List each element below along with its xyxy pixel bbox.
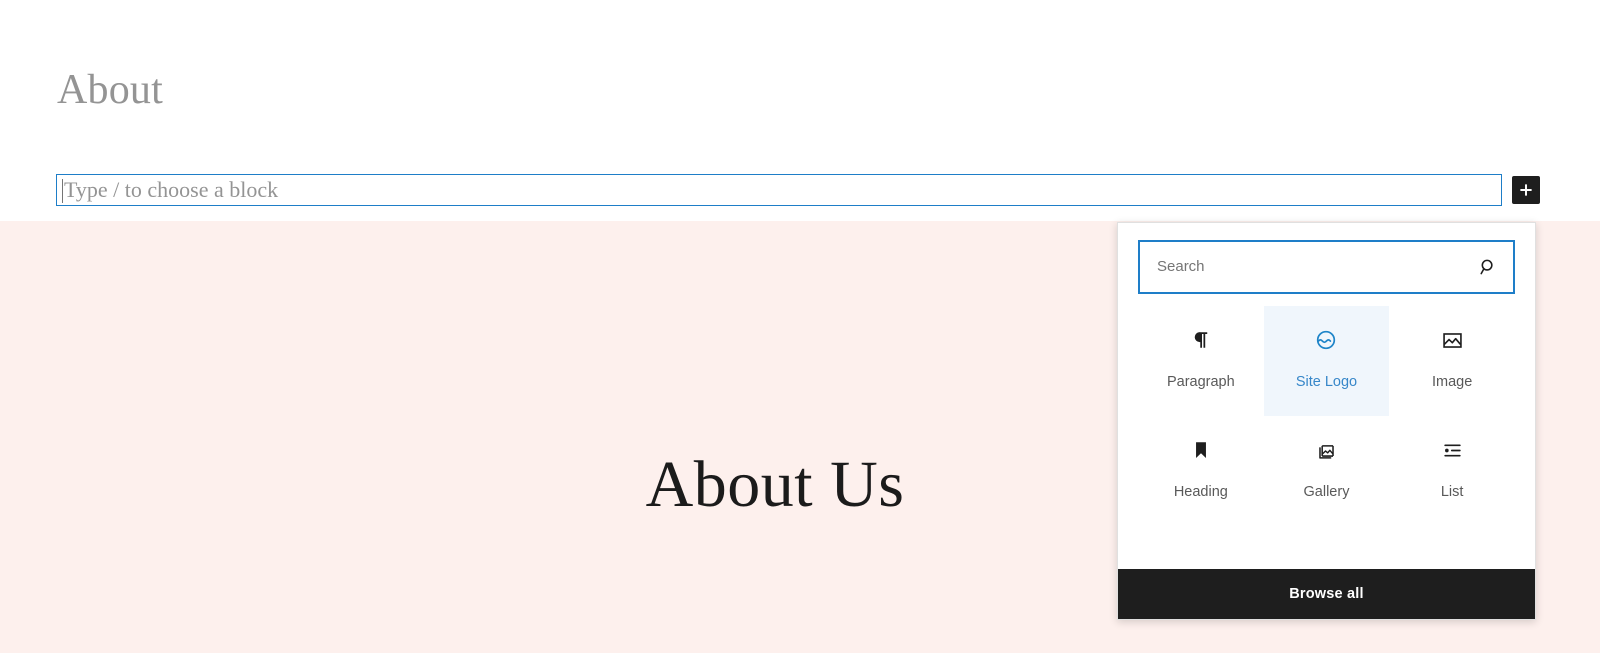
block-type-label: List: [1440, 484, 1464, 500]
block-type-list[interactable]: List: [1389, 416, 1515, 526]
block-type-grid: Paragraph Site Logo Image Heading Galler…: [1118, 294, 1535, 569]
browse-all-button[interactable]: Browse all: [1118, 569, 1535, 619]
add-block-button[interactable]: [1512, 176, 1540, 204]
list-icon: [1440, 438, 1464, 462]
quick-inserter-popover: Search Paragraph Site Logo Image Heading…: [1117, 222, 1536, 620]
block-type-label: Site Logo: [1295, 374, 1358, 390]
image-icon: [1440, 328, 1464, 352]
block-type-paragraph[interactable]: Paragraph: [1138, 306, 1264, 416]
paragraph-icon: [1189, 328, 1213, 352]
gallery-icon: [1314, 438, 1338, 462]
block-appender-row: Type / to choose a block: [56, 174, 1540, 206]
empty-block-placeholder: Type / to choose a block: [64, 177, 279, 202]
block-type-label: Gallery: [1303, 484, 1350, 500]
block-type-site-logo[interactable]: Site Logo: [1263, 306, 1390, 416]
block-type-gallery[interactable]: Gallery: [1264, 416, 1390, 526]
plus-icon: [1517, 181, 1535, 199]
quick-inserter-search-wrap: Search: [1118, 223, 1535, 294]
editor-canvas: About About Us Type / to choose a block …: [0, 0, 1600, 653]
text-caret: [62, 179, 63, 203]
block-type-label: Image: [1432, 374, 1473, 390]
empty-paragraph-block[interactable]: Type / to choose a block: [56, 174, 1502, 206]
page-title[interactable]: About: [57, 64, 163, 116]
block-type-heading[interactable]: Heading: [1138, 416, 1264, 526]
block-type-label: Heading: [1173, 484, 1228, 500]
heading-icon: [1189, 438, 1213, 462]
search-icon: [1476, 255, 1500, 279]
block-search-placeholder: Search: [1157, 258, 1205, 275]
site-logo-icon: [1314, 328, 1338, 352]
block-search-field[interactable]: Search: [1138, 240, 1515, 294]
block-type-label: Paragraph: [1166, 374, 1235, 390]
block-type-image[interactable]: Image: [1389, 306, 1515, 416]
